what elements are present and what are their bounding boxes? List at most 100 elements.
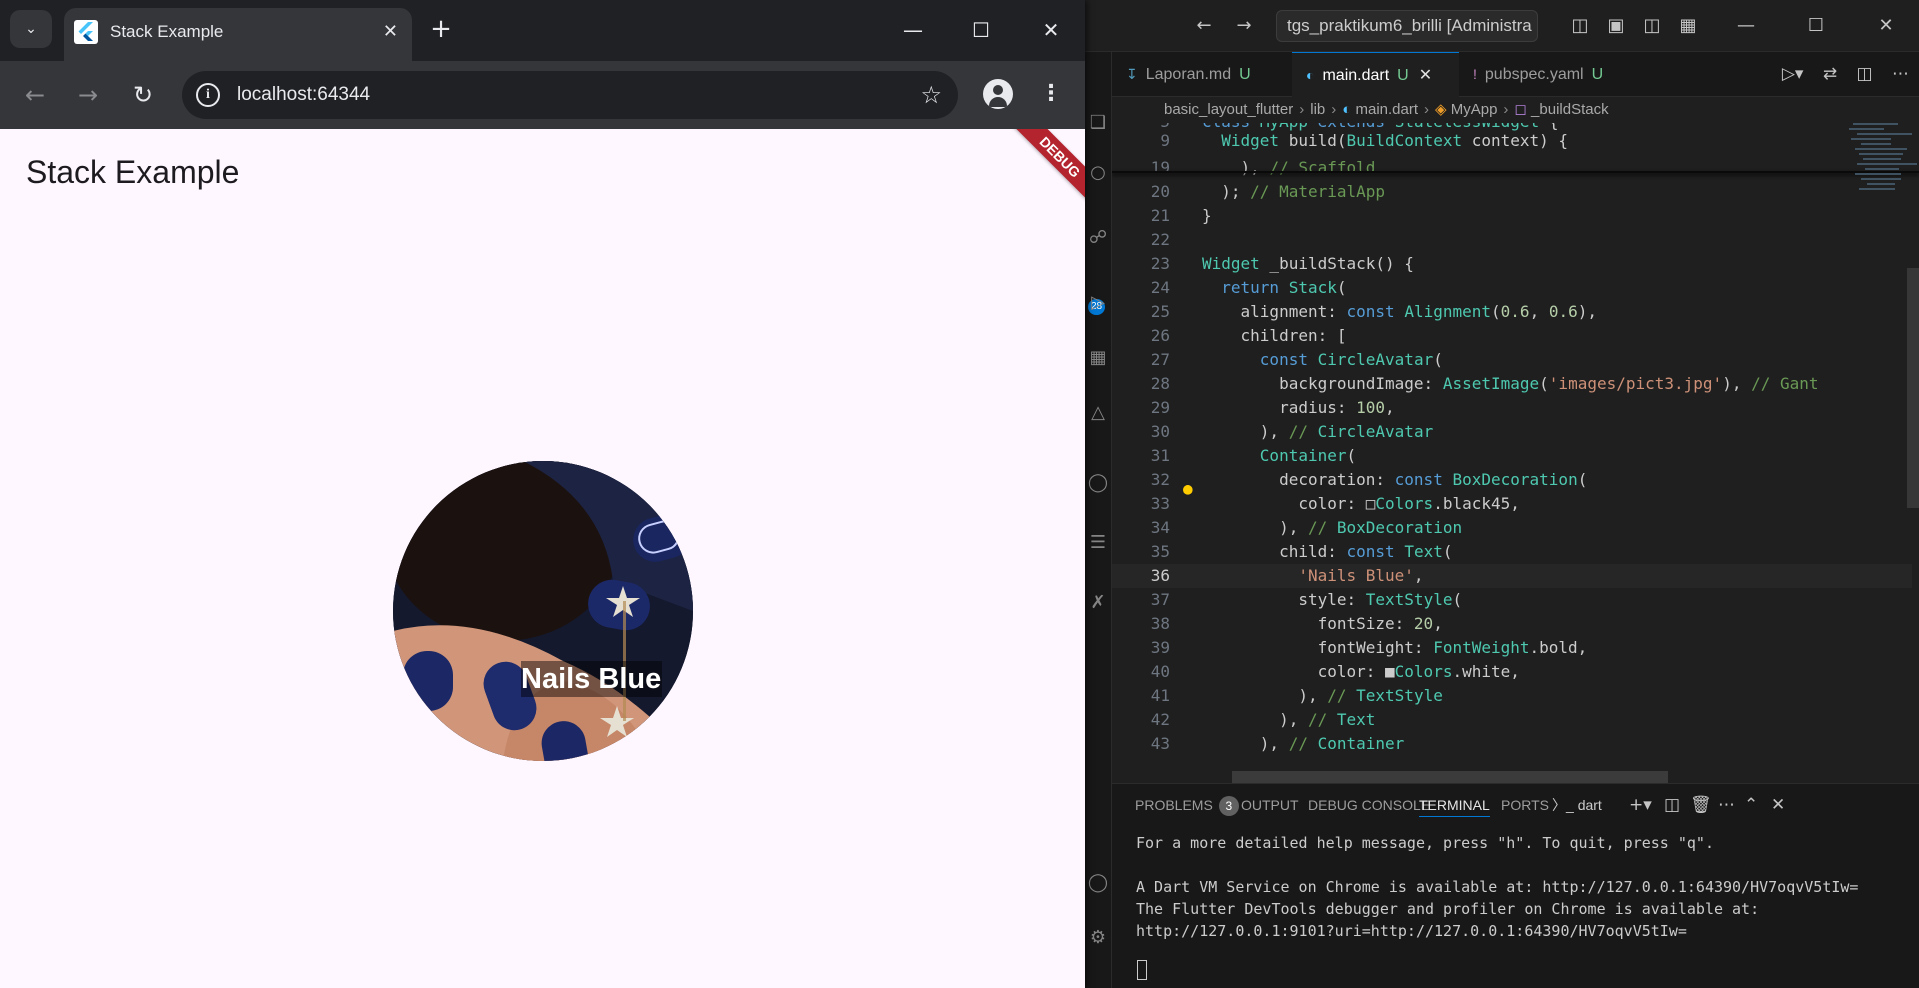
minimap-line xyxy=(1857,163,1917,165)
lightbulb-icon[interactable]: ● xyxy=(1183,479,1193,498)
code-line[interactable]: 25 alignment: const Alignment(0.6, 0.6), xyxy=(1112,300,1912,324)
extensions-icon[interactable]: ▦ xyxy=(1086,347,1110,371)
toggle-panel-icon[interactable]: ▣ xyxy=(1604,14,1628,38)
code-text: backgroundImage: AssetImage('images/pict… xyxy=(1202,374,1819,393)
close-window-icon[interactable]: ✕ xyxy=(1031,12,1071,48)
toggle-secondary-sidebar-icon[interactable]: ◫ xyxy=(1640,14,1664,38)
code-line[interactable]: 24 return Stack( xyxy=(1112,276,1912,300)
testing-icon[interactable]: △ xyxy=(1086,402,1110,426)
code-line[interactable]: 20 ); // MaterialApp xyxy=(1112,180,1912,204)
maximize-icon[interactable]: ☐ xyxy=(961,12,1001,48)
code-line[interactable]: 27 const CircleAvatar( xyxy=(1112,348,1912,372)
tab-pubspec-yaml[interactable]: ! pubspec.yaml U xyxy=(1459,52,1624,97)
code-line[interactable]: 36 'Nails Blue', xyxy=(1112,564,1912,588)
plus-icon[interactable]: + xyxy=(426,14,456,44)
code-line[interactable]: 34 ), // BoxDecoration xyxy=(1112,516,1912,540)
kebab-menu-icon[interactable]: ⋮ xyxy=(1040,79,1062,109)
close-panel-icon[interactable]: ✕ xyxy=(1771,794,1785,816)
search-icon[interactable]: ○ xyxy=(1086,162,1110,186)
profile-icon[interactable] xyxy=(983,79,1013,109)
code-line[interactable]: 38 fontSize: 20, xyxy=(1112,612,1912,636)
code-text: color: □Colors.black45, xyxy=(1202,494,1520,513)
code-line[interactable]: 22 xyxy=(1112,228,1912,252)
maximize-panel-icon[interactable]: ⌃ xyxy=(1744,794,1758,816)
minimap-line xyxy=(1859,188,1895,190)
code-line[interactable]: 32 decoration: const BoxDecoration( xyxy=(1112,468,1912,492)
explorer-icon[interactable]: ❑ xyxy=(1086,112,1110,136)
compare-changes-icon[interactable]: ⇄ xyxy=(1823,64,1837,84)
terminal-cursor[interactable] xyxy=(1137,960,1147,980)
minimize-icon[interactable]: — xyxy=(893,12,933,48)
code-line[interactable]: 30 ), // CircleAvatar xyxy=(1112,420,1912,444)
account-icon[interactable]: ◯ xyxy=(1086,872,1110,896)
code-editor[interactable]: 5class MyApp extends StatelessWidget {9 … xyxy=(1112,123,1919,783)
minimap-line xyxy=(1855,173,1901,175)
tab-terminal[interactable]: TERMINAL xyxy=(1419,794,1490,817)
run-debug-icon[interactable]: ▷ xyxy=(1086,292,1110,316)
code-line[interactable]: 37 style: TextStyle( xyxy=(1112,588,1912,612)
code-line[interactable]: 28 backgroundImage: AssetImage('images/p… xyxy=(1112,372,1912,396)
problems-count-badge: 3 xyxy=(1218,796,1239,816)
new-terminal-icon[interactable]: +▾ xyxy=(1629,794,1652,816)
tab-laporan-md[interactable]: ↧ Laporan.md U xyxy=(1112,52,1292,97)
vertical-scrollbar[interactable] xyxy=(1907,268,1919,508)
horizontal-scrollbar[interactable] xyxy=(1232,771,1668,783)
close-window-icon[interactable]: ✕ xyxy=(1874,14,1898,38)
code-line[interactable]: 42 ), // Text xyxy=(1112,708,1912,732)
nav-back-icon[interactable]: ← xyxy=(1192,14,1216,38)
tab-output[interactable]: OUTPUT xyxy=(1241,794,1299,816)
line-number: 9 xyxy=(1160,131,1170,150)
database-icon[interactable]: ◯ xyxy=(1086,472,1110,496)
maximize-icon[interactable]: ☐ xyxy=(1804,14,1828,38)
close-tab-icon[interactable]: ✕ xyxy=(1419,67,1432,84)
arrow-left-icon[interactable]: ← xyxy=(18,78,52,112)
chevron-down-icon[interactable]: ⌄ xyxy=(10,10,52,48)
more-icon[interactable]: ⋯ xyxy=(1718,794,1735,816)
more-actions-icon[interactable]: ⋯ xyxy=(1892,64,1909,84)
url-text[interactable]: localhost:64344 xyxy=(237,83,370,107)
tab-debug-console[interactable]: DEBUG CONSOLE xyxy=(1308,794,1430,816)
line-number: 35 xyxy=(1150,542,1170,561)
code-line[interactable]: 35 child: const Text( xyxy=(1112,540,1912,564)
code-line[interactable]: 23 Widget _buildStack() { xyxy=(1112,252,1912,276)
flutter-icon[interactable]: ✗ xyxy=(1086,592,1110,616)
code-line[interactable]: 43 ), // Container xyxy=(1112,732,1912,756)
split-terminal-icon[interactable]: ◫ xyxy=(1664,794,1680,816)
split-editor-icon[interactable]: ◫ xyxy=(1857,64,1873,84)
code-line[interactable]: 39 fontWeight: FontWeight.bold, xyxy=(1112,636,1912,660)
run-debug-dropdown-icon[interactable]: ▷▾ xyxy=(1782,64,1804,84)
tab-ports[interactable]: PORTS xyxy=(1501,794,1549,816)
page-viewport: Stack Example DEBUG Nails Blue xyxy=(0,129,1085,988)
code-line[interactable]: 41 ), // TextStyle xyxy=(1112,684,1912,708)
code-line[interactable]: 9 Widget build(BuildContext context) { xyxy=(1112,129,1912,153)
minimize-icon[interactable]: — xyxy=(1734,14,1758,38)
arrow-right-icon[interactable]: → xyxy=(71,78,105,112)
star-icon[interactable]: ☆ xyxy=(920,81,942,109)
close-icon[interactable]: ✕ xyxy=(383,20,398,44)
markdown-file-icon: ↧ xyxy=(1126,66,1138,82)
info-icon[interactable]: i xyxy=(196,83,220,107)
toggle-sidebar-icon[interactable]: ◫ xyxy=(1568,14,1592,38)
code-line[interactable]: 29 radius: 100, xyxy=(1112,396,1912,420)
trash-icon[interactable]: 🗑 xyxy=(1690,794,1712,816)
code-line[interactable]: 21} xyxy=(1112,204,1912,228)
browser-tab[interactable]: Stack Example ✕ xyxy=(64,8,412,61)
tab-main-dart[interactable]: ◐ main.dart U ✕ xyxy=(1292,52,1459,97)
command-center-search[interactable]: tgs_praktikum6_brilli [Administra xyxy=(1276,10,1538,42)
code-line[interactable]: 33 color: □Colors.black45, xyxy=(1112,492,1912,516)
layers-icon[interactable]: ☰ xyxy=(1086,532,1110,556)
code-line[interactable]: 19 ), // Scaffold xyxy=(1112,156,1912,180)
code-line[interactable]: 31 Container( xyxy=(1112,444,1912,468)
customize-layout-icon[interactable]: ▦ xyxy=(1676,14,1700,38)
nav-forward-icon[interactable]: → xyxy=(1232,14,1256,38)
reload-icon[interactable]: ↻ xyxy=(126,78,160,112)
code-line[interactable]: 40 color: ■Colors.white, xyxy=(1112,660,1912,684)
minimap-line xyxy=(1853,123,1898,125)
code-line[interactable]: 26 children: [ xyxy=(1112,324,1912,348)
address-bar[interactable]: i localhost:64344 ☆ xyxy=(182,71,958,119)
source-control-icon[interactable]: ☍ xyxy=(1086,227,1110,251)
manage-gear-icon[interactable]: ⚙ xyxy=(1086,927,1110,951)
terminal-selector[interactable]: 〉_ dart xyxy=(1552,794,1602,816)
tab-problems[interactable]: PROBLEMS 3 xyxy=(1135,794,1239,816)
line-number: 41 xyxy=(1150,686,1170,705)
